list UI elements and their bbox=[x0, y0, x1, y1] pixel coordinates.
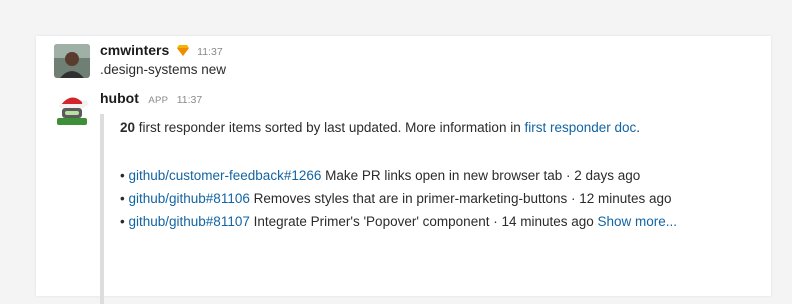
item-list: • github/customer-feedback#1266 Make PR … bbox=[120, 166, 680, 235]
list-item: • github/customer-feedback#1266 Make PR … bbox=[120, 166, 680, 186]
avatar[interactable] bbox=[54, 92, 90, 126]
author-name[interactable]: hubot bbox=[100, 90, 139, 106]
timestamp[interactable]: 11:37 bbox=[197, 46, 223, 58]
issue-link[interactable]: github/customer-feedback#1266 bbox=[128, 168, 321, 183]
app-badge: APP bbox=[148, 95, 169, 106]
list-item: • github/github#81106 Removes styles tha… bbox=[120, 189, 680, 209]
intro-text: first responder items sorted by last upd… bbox=[135, 120, 525, 135]
message-attachment: 20 first responder items sorted by last … bbox=[100, 114, 680, 304]
message-header: cmwinters 11:37 bbox=[100, 42, 223, 60]
message-header: hubot APP 11:37 bbox=[100, 90, 202, 108]
item-count: 20 bbox=[120, 120, 136, 135]
item-description: Removes styles that are in primer-market… bbox=[249, 191, 672, 206]
issue-link[interactable]: github/github#81107 bbox=[128, 214, 249, 229]
attachment-intro: 20 first responder items sorted by last … bbox=[120, 118, 675, 138]
gem-icon bbox=[176, 43, 189, 61]
author-name[interactable]: cmwinters bbox=[100, 42, 169, 58]
message-pane: cmwinters 11:37 .design-systems new hubo… bbox=[36, 36, 771, 304]
item-description: Integrate Primer's 'Popover' component ·… bbox=[249, 214, 598, 229]
avatar[interactable] bbox=[54, 44, 90, 78]
issue-link[interactable]: github/github#81106 bbox=[128, 191, 249, 206]
message-text: .design-systems new bbox=[100, 62, 227, 77]
doc-link[interactable]: first responder doc bbox=[524, 120, 636, 135]
intro-end: . bbox=[636, 120, 641, 135]
show-more-link[interactable]: Show more... bbox=[598, 214, 678, 229]
timestamp[interactable]: 11:37 bbox=[177, 94, 203, 106]
list-item: • github/github#81107 Integrate Primer's… bbox=[120, 212, 680, 232]
item-description: Make PR links open in new browser tab · … bbox=[321, 168, 641, 183]
